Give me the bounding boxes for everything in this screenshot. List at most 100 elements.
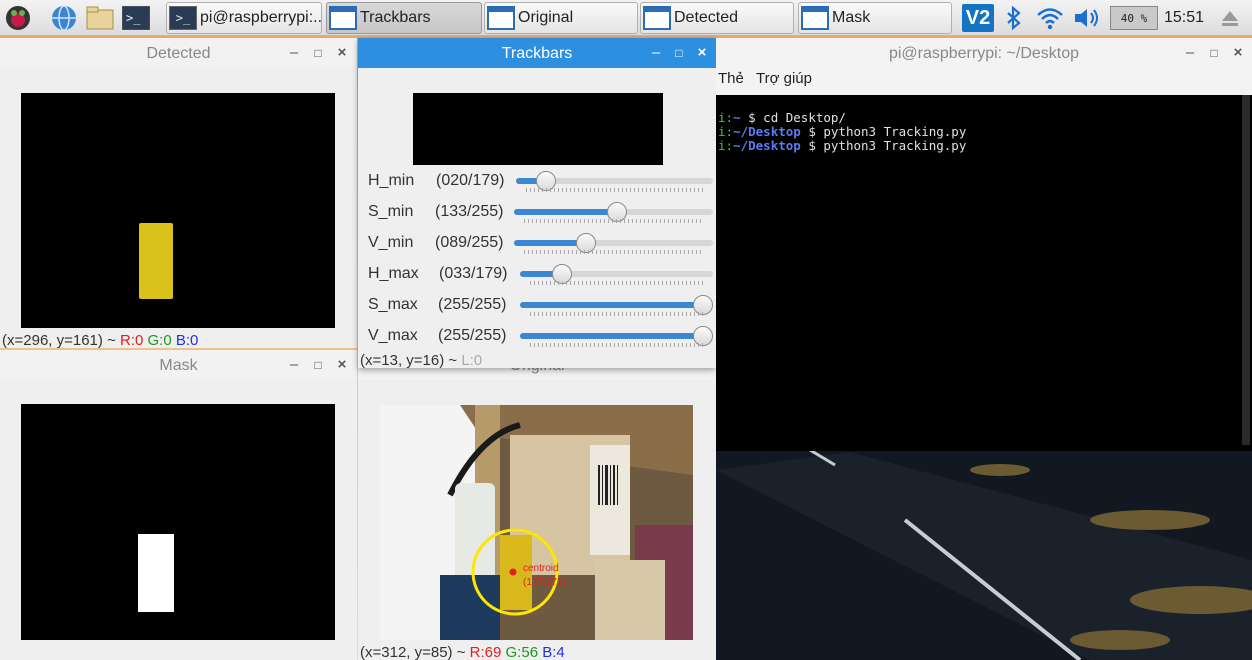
trackbar-ticks bbox=[530, 343, 703, 347]
terminal-titlebar[interactable]: pi@raspberrypi: ~/Desktop – □ × bbox=[716, 38, 1252, 68]
window-title: Detected bbox=[146, 45, 211, 62]
trackbar-value: (020/179) bbox=[436, 172, 505, 189]
task-mask[interactable]: Mask bbox=[798, 2, 952, 34]
task-detected[interactable]: Detected bbox=[640, 2, 794, 34]
task-terminal[interactable]: >_ pi@raspberrypi:... bbox=[166, 2, 322, 34]
trackbars-titlebar[interactable]: Trackbars – □ × bbox=[358, 38, 716, 68]
minimize-icon[interactable]: – bbox=[1182, 44, 1198, 61]
trackbar-label: V_max bbox=[368, 327, 418, 344]
minimize-icon[interactable]: – bbox=[286, 44, 302, 61]
raspberry-menu-icon[interactable] bbox=[4, 4, 32, 32]
trackbar-row-v-min: V_min (089/255) bbox=[358, 228, 716, 258]
close-icon[interactable]: × bbox=[334, 44, 350, 61]
original-status: (x=312, y=85) ~ R:69 G:56 B:4 bbox=[360, 644, 565, 660]
window-title: Mask bbox=[159, 357, 198, 374]
trackbars-window: Trackbars – □ × H_min (020/179) S_min (133/… bbox=[358, 38, 716, 369]
trackbar-label: V_min bbox=[368, 234, 414, 251]
status-blue: B:4 bbox=[542, 644, 565, 660]
minimize-icon[interactable]: – bbox=[648, 44, 664, 61]
cpu-monitor: 40 % bbox=[1108, 0, 1160, 36]
trackbar-fill bbox=[514, 209, 617, 215]
maximize-icon[interactable]: □ bbox=[671, 46, 687, 60]
web-browser-icon[interactable] bbox=[50, 4, 78, 32]
trackbar-row-h-min: H_min (020/179) bbox=[358, 166, 716, 196]
trackbar-label: H_max bbox=[368, 265, 419, 282]
file-manager-icon[interactable] bbox=[86, 4, 114, 32]
window-icon bbox=[643, 6, 671, 30]
task-trackbars[interactable]: Trackbars bbox=[326, 2, 482, 34]
trackbar-ticks bbox=[524, 250, 703, 254]
status-green: G:0 bbox=[147, 332, 172, 349]
maximize-icon[interactable]: □ bbox=[310, 46, 326, 60]
terminal-output[interactable]: i:~ $ cd Desktop/i:~/Desktop $ python3 T… bbox=[716, 95, 1252, 451]
trackbar-ticks bbox=[530, 281, 703, 285]
line-path: ~ bbox=[733, 110, 741, 125]
trackbar-row-s-min: S_min (133/255) bbox=[358, 197, 716, 227]
status-coords: (x=296, y=161) ~ bbox=[2, 332, 116, 349]
mask-window: Mask – □ × bbox=[0, 350, 357, 660]
minimize-icon[interactable]: – bbox=[286, 356, 302, 373]
volume-icon[interactable] bbox=[1070, 0, 1106, 36]
trackbars-status: (x=13, y=16) ~ L:0 bbox=[360, 352, 482, 369]
close-icon[interactable]: × bbox=[1230, 44, 1246, 61]
menu-help[interactable]: Trợ giúp bbox=[756, 70, 812, 87]
terminal-scrollbar[interactable] bbox=[1242, 95, 1250, 445]
status-coords: (x=312, y=85) ~ bbox=[360, 644, 466, 660]
trackbar-row-v-max: V_max (255/255) bbox=[358, 321, 716, 351]
wifi-icon[interactable] bbox=[1034, 0, 1066, 36]
mask-blob bbox=[138, 534, 174, 612]
line-command: $ python3 Tracking.py bbox=[800, 138, 967, 153]
maximize-icon[interactable]: □ bbox=[1206, 46, 1222, 60]
svg-text:>_: >_ bbox=[126, 11, 141, 25]
trackbar-ticks bbox=[526, 188, 703, 192]
trackbar-fill bbox=[520, 302, 703, 308]
terminal-icon: >_ bbox=[169, 6, 197, 30]
maximize-icon[interactable]: □ bbox=[310, 358, 326, 372]
trackbar-label: S_max bbox=[368, 296, 418, 313]
clock: 15:51 bbox=[1163, 9, 1205, 26]
centroid-label: centroid bbox=[523, 563, 559, 574]
mask-image[interactable] bbox=[21, 404, 335, 640]
trackbar-slider[interactable] bbox=[514, 202, 713, 222]
line-prefix: i: bbox=[718, 138, 734, 153]
trackbar-slider[interactable] bbox=[516, 171, 713, 191]
vnc-icon[interactable]: V2 bbox=[960, 0, 996, 36]
trackbars-preview bbox=[413, 93, 663, 165]
detected-status: (x=296, y=161) ~ R:0 G:0 B:0 bbox=[2, 332, 198, 349]
status-red: R:69 bbox=[469, 644, 502, 660]
line-command: $ cd Desktop/ bbox=[740, 110, 846, 125]
close-icon[interactable]: × bbox=[334, 356, 350, 373]
status-red: R:0 bbox=[120, 332, 144, 349]
terminal-menubar: Thẻ Trợ giúp bbox=[718, 70, 812, 87]
trackbar-slider[interactable] bbox=[520, 326, 713, 346]
eject-icon[interactable] bbox=[1216, 0, 1244, 36]
line-path: ~/Desktop bbox=[733, 124, 801, 139]
terminal-window: pi@raspberrypi: ~/Desktop – □ × Thẻ Trợ … bbox=[716, 38, 1252, 451]
terminal-line: i:~ $ cd Desktop/ bbox=[718, 111, 1252, 125]
menu-tabs[interactable]: Thẻ bbox=[718, 70, 744, 87]
task-label: Trackbars bbox=[360, 9, 431, 26]
status-coords: (x=13, y=16) ~ bbox=[360, 352, 458, 369]
trackbar-slider[interactable] bbox=[520, 264, 713, 284]
trackbar-slider[interactable] bbox=[514, 233, 713, 253]
mask-titlebar[interactable]: Mask – □ × bbox=[0, 350, 357, 380]
close-icon[interactable]: × bbox=[694, 44, 710, 61]
terminal-line: i:~/Desktop $ python3 Tracking.py bbox=[718, 139, 1252, 153]
trackbar-slider[interactable] bbox=[520, 295, 713, 315]
trackbar-row-h-max: H_max (033/179) bbox=[358, 259, 716, 289]
task-original[interactable]: Original bbox=[484, 2, 638, 34]
trackbar-value: (133/255) bbox=[435, 203, 504, 220]
window-icon bbox=[487, 6, 515, 30]
terminal-launcher-icon[interactable]: >_ bbox=[122, 4, 150, 32]
detected-image[interactable] bbox=[21, 93, 335, 328]
task-label: Detected bbox=[674, 9, 739, 26]
status-green: G:56 bbox=[505, 644, 539, 660]
original-image[interactable]: centroid (137,171) bbox=[380, 405, 693, 640]
window-icon bbox=[801, 6, 829, 30]
status-blue: B:0 bbox=[175, 332, 199, 349]
trackbar-label: S_min bbox=[368, 203, 414, 220]
line-prefix: i: bbox=[718, 124, 734, 139]
detected-titlebar[interactable]: Detected – □ × bbox=[0, 38, 357, 68]
bluetooth-icon[interactable] bbox=[1000, 0, 1028, 36]
window-icon bbox=[329, 6, 357, 30]
